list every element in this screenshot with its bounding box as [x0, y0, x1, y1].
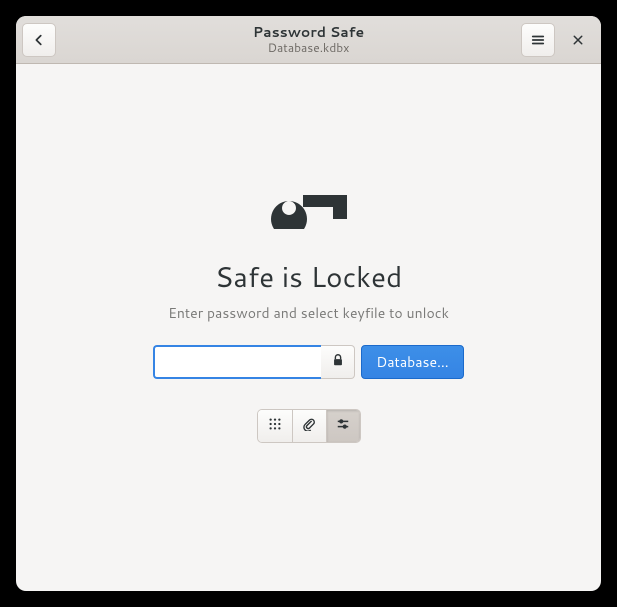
unlock-options	[257, 409, 361, 443]
option-composite[interactable]	[326, 410, 360, 442]
option-keypad[interactable]	[258, 410, 292, 442]
password-input[interactable]	[153, 345, 321, 379]
keyfile-button-label: Database…	[376, 352, 449, 372]
password-visibility-toggle[interactable]	[321, 345, 355, 379]
headerbar-right	[521, 23, 595, 57]
close-icon	[572, 34, 584, 46]
lock-heading: Safe is Locked	[215, 257, 403, 297]
keypad-icon	[268, 417, 282, 434]
headerbar-title-group: Password Safe Database.kdbx	[16, 25, 601, 54]
key-icon	[261, 173, 357, 235]
lock-icon	[331, 350, 345, 373]
window-subtitle: Database.kdbx	[16, 41, 601, 54]
window-title: Password Safe	[16, 25, 601, 40]
back-button[interactable]	[22, 23, 56, 57]
main-content: Safe is Locked Enter password and select…	[16, 64, 601, 591]
sliders-icon	[336, 417, 350, 434]
headerbar-left	[22, 23, 56, 57]
app-window: Password Safe Database.kdbx	[16, 16, 601, 591]
attachment-icon	[302, 417, 316, 434]
lock-subheading: Enter password and select keyfile to unl…	[168, 303, 449, 323]
option-attachment[interactable]	[292, 410, 326, 442]
unlock-row: Database…	[153, 345, 464, 379]
menu-button[interactable]	[521, 23, 555, 57]
back-icon	[32, 33, 46, 47]
password-group	[153, 345, 355, 379]
hamburger-icon	[531, 33, 545, 47]
keyfile-button[interactable]: Database…	[361, 345, 464, 379]
headerbar: Password Safe Database.kdbx	[16, 16, 601, 64]
close-button[interactable]	[561, 23, 595, 57]
